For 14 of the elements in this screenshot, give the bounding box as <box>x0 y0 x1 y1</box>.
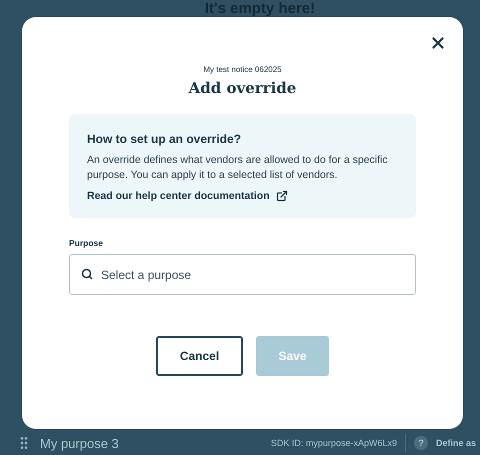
info-heading: How to set up an override? <box>87 130 242 148</box>
search-icon <box>81 268 93 280</box>
field-label: Purpose <box>69 237 104 250</box>
define-link[interactable]: Define as <box>436 436 476 450</box>
sdk-id: SDK ID: mypurpose-xApW6Lx9 <box>270 436 397 450</box>
purpose-name: My purpose 3 <box>40 434 119 453</box>
modal-title: Add override <box>188 78 296 99</box>
help-link[interactable]: Read our help center documentation <box>87 188 398 204</box>
info-text: An override defines what vendors are allowed to do for a specific purpose. You can apply it to a selected list of vendors. <box>87 152 389 182</box>
purpose-select[interactable]: Select a purpose <box>69 254 416 295</box>
modal-subtitle: My test notice 062025 <box>203 64 282 76</box>
cancel-button[interactable]: Cancel <box>156 336 243 376</box>
external-link-icon <box>276 190 288 202</box>
help-badge[interactable]: ? <box>414 436 428 450</box>
